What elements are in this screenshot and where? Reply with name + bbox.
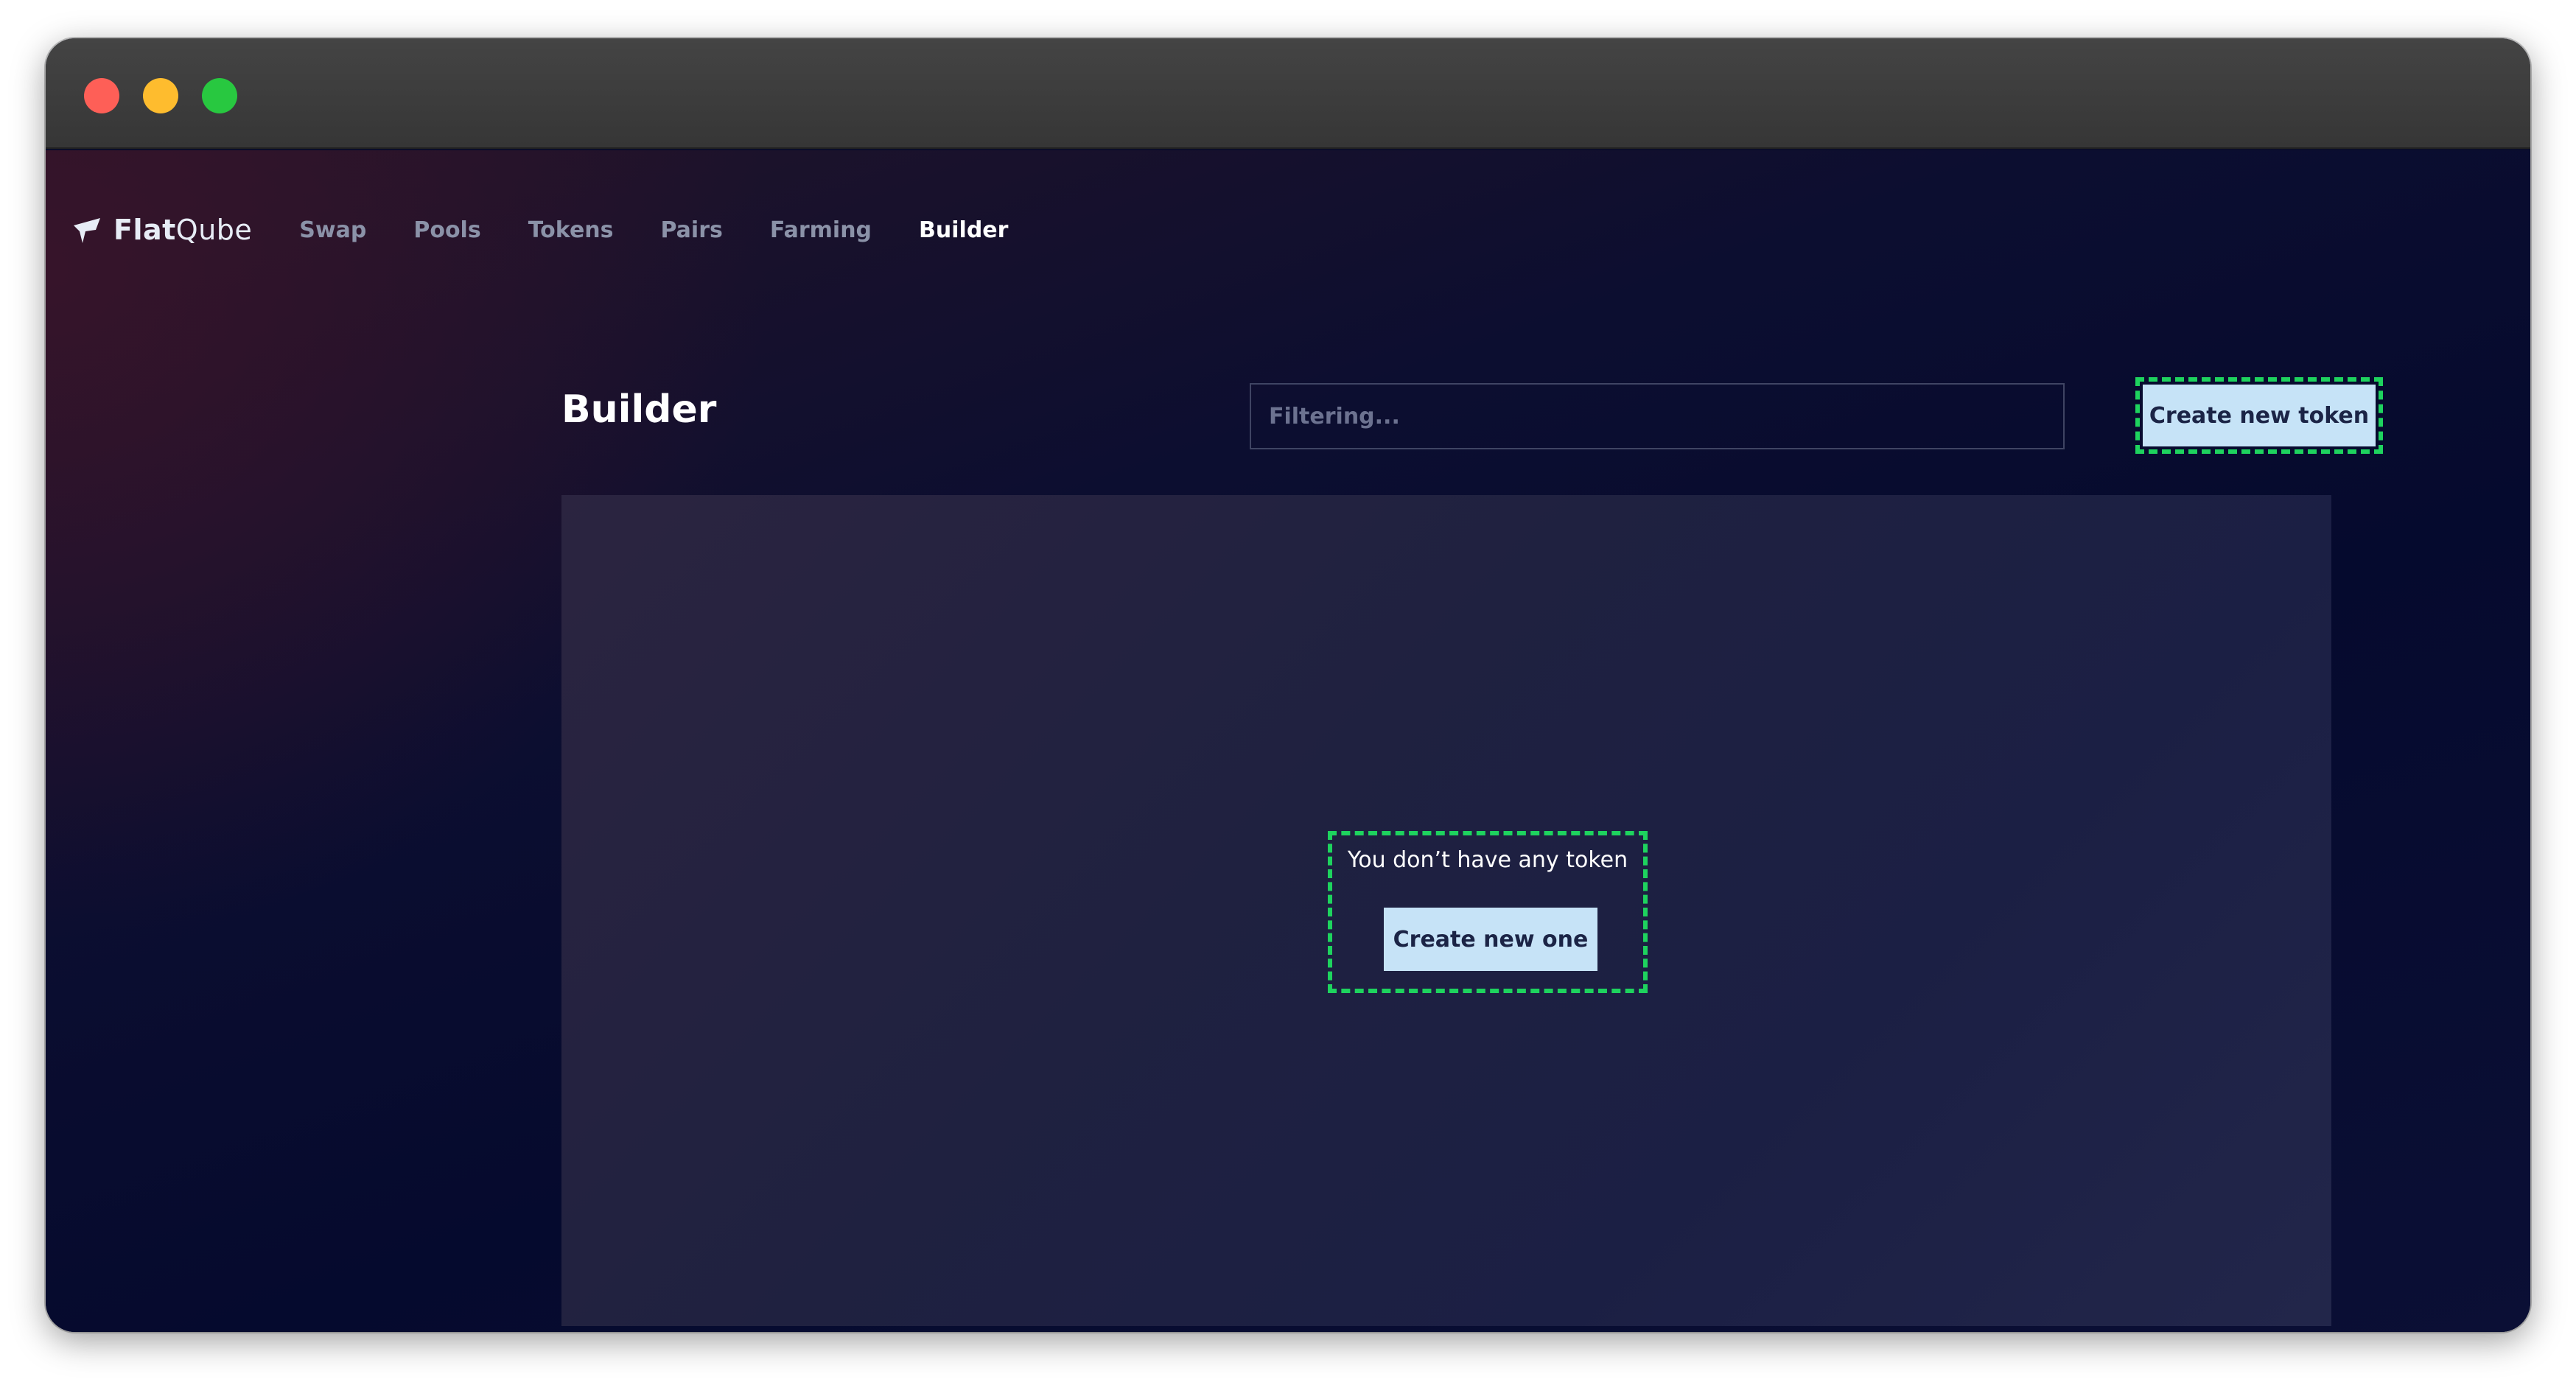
nav-item-swap[interactable]: Swap: [299, 217, 366, 243]
page-title: Builder: [561, 388, 717, 432]
flatqube-logo-icon: [74, 218, 100, 243]
nav-item-tokens[interactable]: Tokens: [528, 217, 614, 243]
nav-item-builder[interactable]: Builder: [919, 217, 1008, 243]
brand-name: FlatQube: [113, 214, 252, 246]
app-viewport: FlatQube Swap Pools Tokens Pairs Farming…: [46, 150, 2530, 1332]
close-button[interactable]: [84, 78, 119, 113]
nav-item-farming[interactable]: Farming: [770, 217, 872, 243]
filter-input[interactable]: [1250, 383, 2065, 449]
nav-item-pools[interactable]: Pools: [413, 217, 480, 243]
window-titlebar: [46, 38, 2530, 149]
brand-logo[interactable]: FlatQube: [71, 214, 252, 246]
create-new-one-button[interactable]: Create new one: [1384, 908, 1597, 971]
browser-window: FlatQube Swap Pools Tokens Pairs Farming…: [46, 38, 2530, 1332]
create-new-token-button[interactable]: Create new token: [2143, 385, 2376, 446]
top-nav: FlatQube Swap Pools Tokens Pairs Farming…: [71, 208, 1055, 252]
brand-name-regular: Qube: [175, 214, 253, 246]
brand-name-bold: Flat: [113, 214, 176, 246]
nav-item-pairs[interactable]: Pairs: [661, 217, 723, 243]
minimize-button[interactable]: [143, 78, 178, 113]
zoom-button[interactable]: [202, 78, 237, 113]
empty-state-message: You don’t have any token: [1347, 847, 1628, 873]
